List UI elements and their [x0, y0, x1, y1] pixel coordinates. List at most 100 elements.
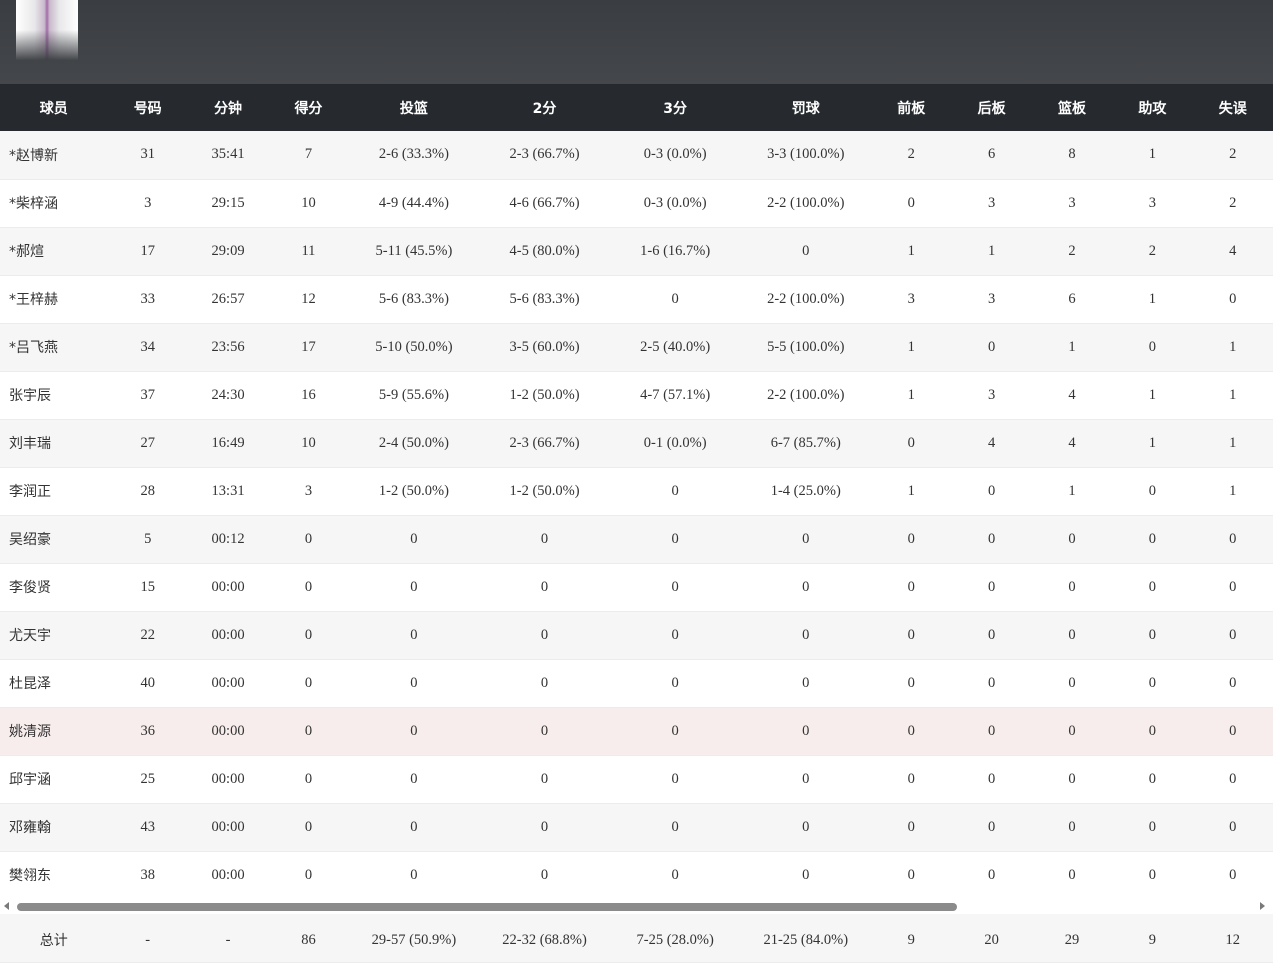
player-fg: 2-4 (50.0%) — [378, 434, 449, 451]
player-name[interactable]: *郝煊 — [0, 227, 108, 275]
col-header-minutes[interactable]: 分钟 — [188, 84, 268, 131]
player-tov: 0 — [1229, 818, 1237, 835]
col-header-dreb[interactable]: 后板 — [951, 84, 1031, 131]
table-row[interactable]: *柴梓涵 3 29:15 10 4-9 (44.4%) 4-6 (66.7%) 0-3 (0… — [0, 179, 1273, 227]
player-name[interactable]: *吕飞燕 — [0, 323, 108, 371]
player-ft: 5-5 (100.0%) — [767, 338, 845, 355]
player-name[interactable]: 樊翎东 — [0, 851, 108, 899]
player-3pt: 0 — [671, 722, 679, 739]
player-ast: 2 — [1148, 242, 1156, 259]
table-row[interactable]: 杜昆泽 40 00:00 0 0 0 0 0 0 0 0 0 0 — [0, 659, 1273, 707]
player-2pt: 2-3 (66.7%) — [509, 146, 580, 163]
player-number: 40 — [140, 674, 155, 691]
table-row[interactable]: 张宇辰 37 24:30 16 5-9 (55.6%) 1-2 (50.0%) 4-7 (5… — [0, 371, 1273, 419]
player-name[interactable]: *柴梓涵 — [0, 179, 108, 227]
player-minutes: 29:09 — [211, 242, 245, 259]
player-reb: 0 — [1068, 818, 1076, 835]
player-points: 0 — [304, 722, 313, 739]
table-row[interactable]: *赵博新 31 35:41 7 2-6 (33.3%) 2-3 (66.7%) 0-3 (0… — [0, 131, 1273, 179]
col-header-ft[interactable]: 罚球 — [740, 84, 871, 131]
player-ft: 0 — [802, 818, 810, 835]
table-row[interactable]: *吕飞燕 34 23:56 17 5-10 (50.0%) 3-5 (60.0%) 2-5 … — [0, 323, 1273, 371]
player-name[interactable]: 吴绍豪 — [0, 515, 108, 563]
table-row[interactable]: 刘丰瑞 27 16:49 10 2-4 (50.0%) 2-3 (66.7%) 0-1 (0… — [0, 419, 1273, 467]
player-tov: 1 — [1229, 338, 1237, 355]
player-3pt: 0 — [671, 626, 679, 643]
table-row[interactable]: 姚清源 36 00:00 0 0 0 0 0 0 0 0 0 0 — [0, 707, 1273, 755]
player-name[interactable]: 刘丰瑞 — [0, 419, 108, 467]
col-header-points[interactable]: 得分 — [268, 84, 348, 131]
player-number: 38 — [140, 866, 155, 883]
player-name[interactable]: 邱宇涵 — [0, 755, 108, 803]
player-minutes: 00:00 — [211, 578, 245, 595]
table-row[interactable]: *王梓赫 33 26:57 12 5-6 (83.3%) 5-6 (83.3%) 0 2-2 … — [0, 275, 1273, 323]
col-header-player[interactable]: 球员 — [0, 84, 108, 131]
table-row[interactable]: 吴绍豪 5 00:12 0 0 0 0 0 0 0 0 0 0 — [0, 515, 1273, 563]
scroll-left-arrow-icon[interactable] — [4, 902, 9, 910]
player-points: 0 — [304, 866, 313, 883]
player-3pt: 0 — [671, 674, 679, 691]
player-2pt: 0 — [540, 674, 549, 691]
player-name[interactable]: 李润正 — [0, 467, 108, 515]
col-header-oreb[interactable]: 前板 — [871, 84, 951, 131]
player-reb: 4 — [1068, 434, 1076, 451]
player-name[interactable]: 张宇辰 — [0, 371, 108, 419]
player-3pt: 0 — [671, 578, 679, 595]
player-reb: 0 — [1068, 626, 1076, 643]
table-row[interactable]: 李俊贤 15 00:00 0 0 0 0 0 0 0 0 0 0 — [0, 563, 1273, 611]
player-3pt: 0-3 (0.0%) — [643, 146, 707, 163]
col-header-fg[interactable]: 投篮 — [349, 84, 480, 131]
player-number: 36 — [140, 722, 155, 739]
player-name[interactable]: *王梓赫 — [0, 275, 108, 323]
col-header-tov[interactable]: 失误 — [1193, 84, 1273, 131]
player-2pt: 2-3 (66.7%) — [509, 434, 580, 451]
player-ft: 2-2 (100.0%) — [767, 386, 845, 403]
player-dreb: 6 — [988, 146, 996, 163]
player-points: 0 — [304, 770, 313, 787]
player-number: 25 — [140, 770, 155, 787]
scrollbar-thumb[interactable] — [17, 903, 957, 911]
player-fg: 0 — [410, 770, 418, 787]
player-dreb: 0 — [988, 674, 996, 691]
player-dreb: 3 — [988, 290, 996, 307]
player-minutes: 13:31 — [211, 482, 245, 499]
player-fg: 0 — [410, 578, 418, 595]
col-header-2pt[interactable]: 2分 — [479, 84, 610, 131]
player-name[interactable]: 邓雍翰 — [0, 803, 108, 851]
table-row[interactable]: 李润正 28 13:31 3 1-2 (50.0%) 1-2 (50.0%) 0 1-4 (2… — [0, 467, 1273, 515]
player-name[interactable]: 李俊贤 — [0, 563, 108, 611]
player-minutes: 00:00 — [211, 626, 245, 643]
player-points: 0 — [304, 674, 313, 691]
player-oreb: 1 — [907, 482, 915, 499]
col-header-number[interactable]: 号码 — [108, 84, 188, 131]
table-row[interactable]: *郝煊 17 29:09 11 5-11 (45.5%) 4-5 (80.0%) 1-6 (… — [0, 227, 1273, 275]
player-ast: 1 — [1148, 386, 1156, 403]
table-row[interactable]: 尤天宇 22 00:00 0 0 0 0 0 0 0 0 0 0 — [0, 611, 1273, 659]
horizontal-scrollbar[interactable] — [0, 899, 1273, 914]
player-3pt: 1-6 (16.7%) — [640, 242, 711, 259]
col-header-3pt[interactable]: 3分 — [610, 84, 741, 131]
player-oreb: 0 — [907, 578, 915, 595]
table-row[interactable]: 邱宇涵 25 00:00 0 0 0 0 0 0 0 0 0 0 — [0, 755, 1273, 803]
player-tov: 0 — [1229, 290, 1237, 307]
player-reb: 0 — [1068, 530, 1076, 547]
player-2pt: 1-2 (50.0%) — [509, 386, 580, 403]
table-row[interactable]: 樊翎东 38 00:00 0 0 0 0 0 0 0 0 0 0 — [0, 851, 1273, 899]
col-header-reb[interactable]: 篮板 — [1032, 84, 1112, 131]
player-ast: 0 — [1148, 722, 1156, 739]
table-row[interactable]: 邓雍翰 43 00:00 0 0 0 0 0 0 0 0 0 0 — [0, 803, 1273, 851]
player-name[interactable]: 尤天宇 — [0, 611, 108, 659]
player-name[interactable]: *赵博新 — [0, 131, 108, 179]
col-header-ast[interactable]: 助攻 — [1112, 84, 1192, 131]
player-fg: 0 — [410, 866, 418, 883]
scroll-right-arrow-icon[interactable] — [1260, 902, 1265, 910]
player-tov: 0 — [1229, 770, 1237, 787]
player-2pt: 5-6 (83.3%) — [509, 290, 580, 307]
player-name[interactable]: 姚清源 — [0, 707, 108, 755]
player-number: 5 — [144, 530, 152, 547]
player-ft: 0 — [802, 578, 810, 595]
player-name[interactable]: 杜昆泽 — [0, 659, 108, 707]
player-fg: 0 — [410, 818, 418, 835]
player-oreb: 0 — [907, 434, 915, 451]
player-dreb: 0 — [988, 722, 996, 739]
